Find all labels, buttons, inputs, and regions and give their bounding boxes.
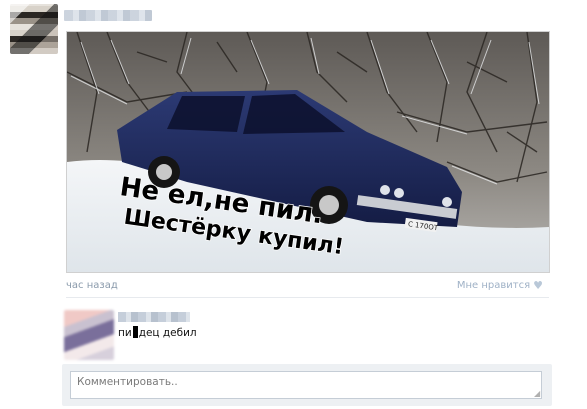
comment-author-name[interactable] <box>118 312 190 322</box>
comment-input-placeholder: Комментировать.. <box>77 376 178 388</box>
comment-text-part1: пи <box>118 327 132 339</box>
like-label: Мне нравится <box>456 280 531 291</box>
meme-image: С 170ОТ Не ел,не пил. Шестёрку купил! <box>67 32 549 272</box>
post-photo[interactable]: С 170ОТ Не ел,не пил. Шестёрку купил! <box>66 31 550 273</box>
post-author-avatar[interactable] <box>10 4 58 54</box>
comment-author-avatar[interactable] <box>64 310 114 360</box>
comment-input[interactable]: Комментировать.. <box>70 371 542 399</box>
comment-text: пи дец дебил <box>118 326 197 339</box>
like-button[interactable]: Мне нравится ♥ <box>456 278 543 292</box>
resize-handle-icon[interactable]: ◢ <box>534 390 541 398</box>
censor-bar <box>132 326 138 338</box>
post-timestamp[interactable]: час назад <box>66 280 118 291</box>
comments-divider <box>66 297 549 298</box>
comment-text-part2: дец дебил <box>138 327 197 339</box>
heart-icon: ♥ <box>533 278 543 292</box>
post-author-name[interactable] <box>64 10 152 21</box>
